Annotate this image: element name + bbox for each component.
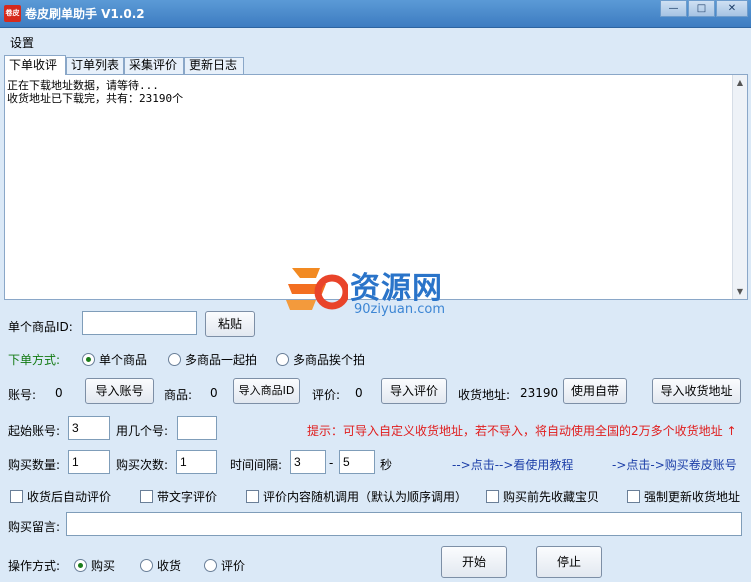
paste-button[interactable]: 粘贴 bbox=[205, 311, 255, 337]
interval-dash: - bbox=[329, 456, 334, 470]
operation-label: 操作方式: bbox=[8, 559, 61, 573]
checkbox-icon bbox=[10, 490, 23, 503]
menu-settings[interactable]: 设置 bbox=[10, 34, 34, 51]
interval-min-input[interactable] bbox=[290, 450, 326, 474]
start-account-label: 起始账号: bbox=[8, 424, 61, 438]
buy-times-input[interactable] bbox=[176, 450, 217, 474]
buy-message-label: 购买留言: bbox=[8, 520, 61, 534]
radio-icon bbox=[276, 353, 289, 366]
operation-review-radio[interactable]: 评价 bbox=[204, 557, 245, 574]
order-mode-together-radio[interactable]: 多商品一起拍 bbox=[168, 351, 257, 368]
address-count: 23190 bbox=[520, 386, 559, 400]
radio-selected-icon bbox=[82, 353, 95, 366]
buy-account-link[interactable]: ->点击->购买卷皮账号 bbox=[612, 456, 737, 473]
close-button[interactable]: ✕ bbox=[716, 0, 748, 17]
account-label: 账号: bbox=[8, 388, 37, 402]
app-icon: 卷皮 bbox=[4, 5, 21, 22]
checkbox-icon bbox=[246, 490, 259, 503]
import-review-button[interactable]: 导入评价 bbox=[381, 378, 447, 404]
buy-times-label: 购买次数: bbox=[116, 458, 169, 472]
interval-label: 时间间隔: bbox=[230, 458, 283, 472]
address-tip: 提示：可导入自定义收货地址，若不导入，将自动使用全国的2万多个收货地址 ↑ bbox=[307, 424, 737, 438]
goods-count: 0 bbox=[210, 386, 218, 400]
buy-qty-label: 购买数量: bbox=[8, 458, 61, 472]
scroll-up-icon[interactable]: ▲ bbox=[733, 75, 747, 90]
watermark-logo-icon bbox=[286, 268, 348, 310]
watermark-url: 90ziyuan.com bbox=[354, 302, 446, 317]
favorite-before-buy-checkbox[interactable]: 购买前先收藏宝贝 bbox=[486, 488, 599, 505]
radio-icon bbox=[140, 559, 153, 572]
operation-receive-radio[interactable]: 收货 bbox=[140, 557, 181, 574]
window-title: 卷皮刷单助手 V1.0.2 bbox=[25, 7, 145, 21]
stop-button[interactable]: 停止 bbox=[536, 546, 602, 578]
order-mode-label: 下单方式: bbox=[8, 353, 61, 367]
import-address-button[interactable]: 导入收货地址 bbox=[652, 378, 741, 404]
tab-order-review[interactable]: 下单收评 bbox=[4, 55, 66, 75]
account-count: 0 bbox=[55, 386, 63, 400]
goods-label: 商品: bbox=[164, 388, 193, 402]
use-count-input[interactable] bbox=[177, 416, 217, 440]
scroll-down-icon[interactable]: ▼ bbox=[733, 284, 747, 299]
watermark: 资源网 90ziyuan.com bbox=[286, 262, 466, 320]
product-id-input[interactable] bbox=[82, 311, 197, 335]
use-builtin-address-button[interactable]: 使用自带 bbox=[563, 378, 627, 404]
interval-max-input[interactable] bbox=[339, 450, 375, 474]
review-count: 0 bbox=[355, 386, 363, 400]
auto-review-checkbox[interactable]: 收货后自动评价 bbox=[10, 488, 111, 505]
operation-buy-radio[interactable]: 购买 bbox=[74, 557, 115, 574]
minimize-button[interactable]: — bbox=[660, 0, 687, 17]
tutorial-link[interactable]: -->点击-->看使用教程 bbox=[452, 456, 573, 473]
menu-bar: 设置 bbox=[0, 29, 751, 53]
buy-qty-input[interactable] bbox=[68, 450, 110, 474]
radio-icon bbox=[168, 353, 181, 366]
interval-unit: 秒 bbox=[380, 458, 393, 472]
random-review-checkbox[interactable]: 评价内容随机调用（默认为顺序调用） bbox=[246, 488, 467, 505]
radio-selected-icon bbox=[74, 559, 87, 572]
buy-message-input[interactable] bbox=[66, 512, 742, 536]
order-mode-one-by-one-radio[interactable]: 多商品挨个拍 bbox=[276, 351, 365, 368]
watermark-text: 资源网 bbox=[350, 271, 443, 306]
product-id-label: 单个商品ID: bbox=[8, 320, 73, 334]
tab-order-list[interactable]: 订单列表 bbox=[66, 57, 124, 74]
title-bar: 卷皮 卷皮刷单助手 V1.0.2 — □ ✕ bbox=[0, 0, 751, 28]
log-scrollbar[interactable]: ▲ ▼ bbox=[732, 75, 747, 299]
start-account-input[interactable] bbox=[68, 416, 110, 440]
checkbox-icon bbox=[627, 490, 640, 503]
tab-changelog[interactable]: 更新日志 bbox=[184, 57, 244, 74]
radio-icon bbox=[204, 559, 217, 572]
review-label: 评价: bbox=[312, 388, 341, 402]
use-count-label: 用几个号: bbox=[116, 424, 169, 438]
start-button[interactable]: 开始 bbox=[441, 546, 507, 578]
address-label: 收货地址: bbox=[458, 388, 511, 402]
tab-collect-reviews[interactable]: 采集评价 bbox=[124, 57, 184, 74]
checkbox-icon bbox=[140, 490, 153, 503]
import-goods-button[interactable]: 导入商品ID bbox=[233, 378, 300, 404]
maximize-button[interactable]: □ bbox=[688, 0, 715, 17]
text-review-checkbox[interactable]: 带文字评价 bbox=[140, 488, 217, 505]
force-update-address-checkbox[interactable]: 强制更新收货地址 bbox=[627, 488, 740, 505]
checkbox-icon bbox=[486, 490, 499, 503]
order-mode-single-radio[interactable]: 单个商品 bbox=[82, 351, 147, 368]
import-account-button[interactable]: 导入账号 bbox=[85, 378, 154, 404]
log-line: 收货地址已下载完，共有：23190个 bbox=[7, 92, 184, 105]
